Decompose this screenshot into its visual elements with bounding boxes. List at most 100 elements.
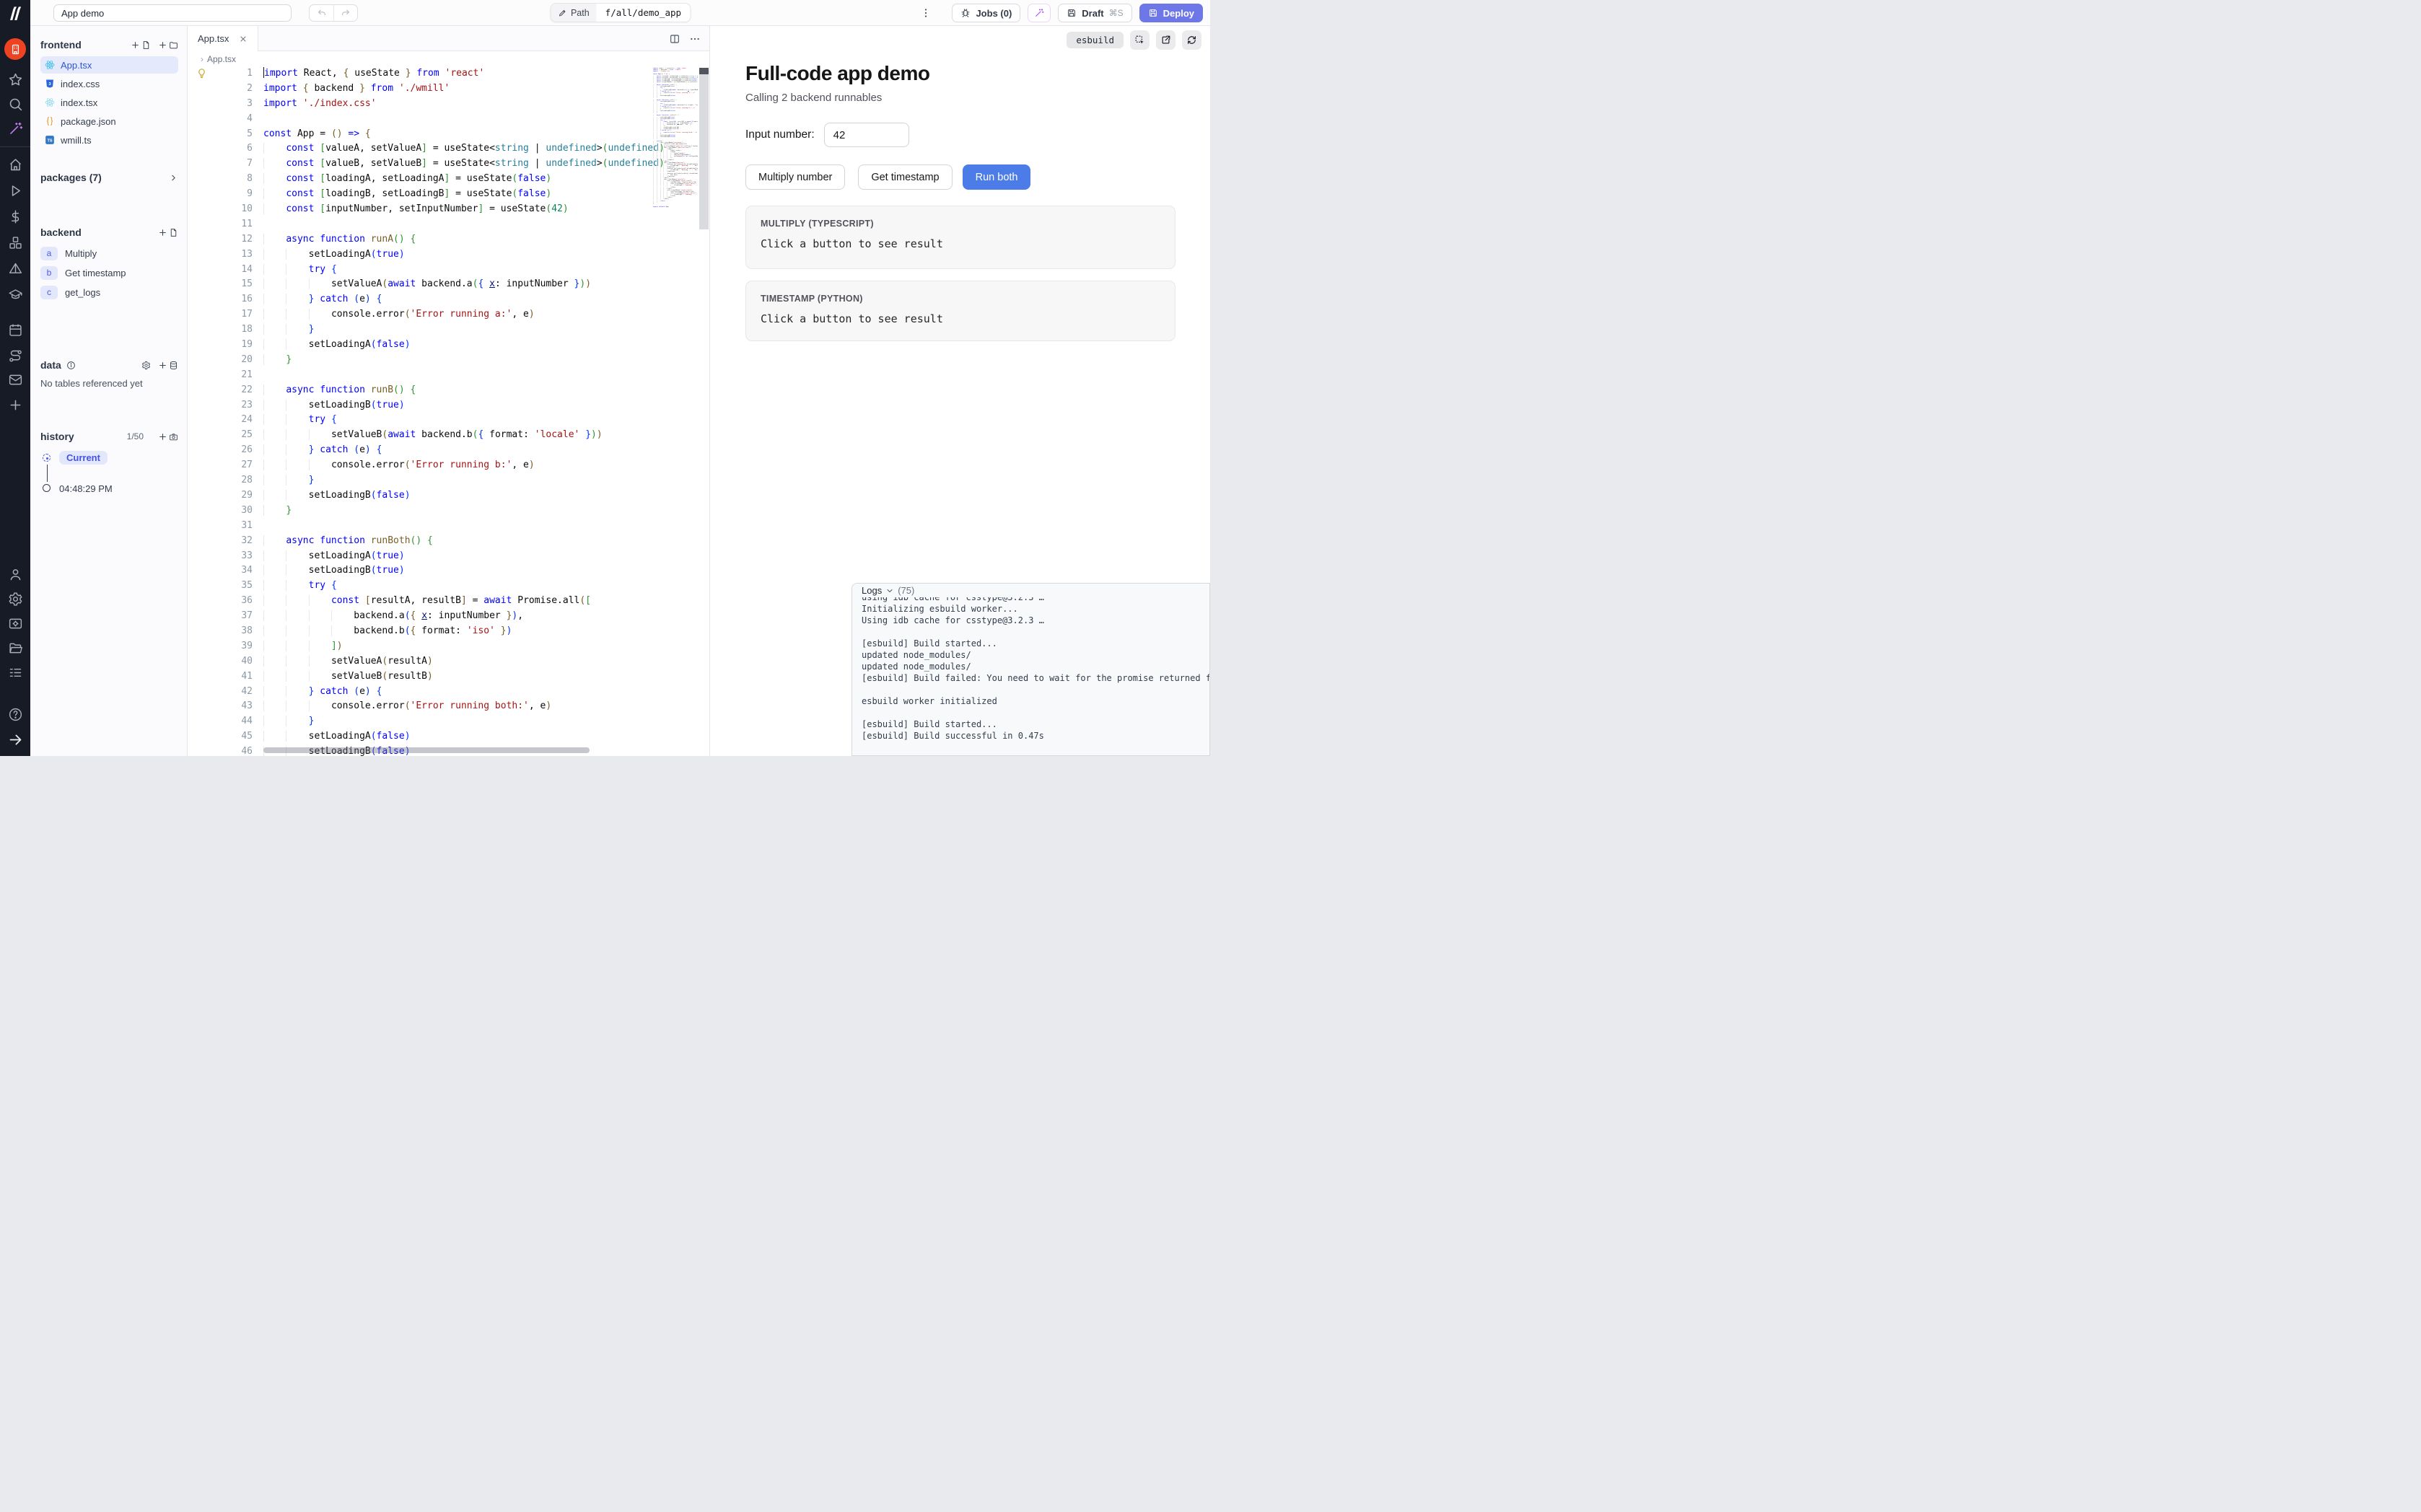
- braces-file-icon: [45, 116, 55, 126]
- jobs-button[interactable]: Jobs (0): [952, 4, 1020, 22]
- save-icon: [1148, 8, 1158, 18]
- preview-button-get-timestamp[interactable]: Get timestamp: [858, 164, 952, 190]
- audit-logs-list-icon[interactable]: [7, 664, 23, 680]
- code-line: 37 backend.a({ x: inputNumber }),: [188, 609, 709, 624]
- vertical-scrollbar[interactable]: [699, 68, 709, 756]
- left-icon-rail: [0, 0, 30, 756]
- code-editor: App.tsx ›App.tsx 1import React, { useSta…: [188, 26, 710, 756]
- code-line: 3import './index.css': [188, 97, 709, 112]
- horizontal-scrollbar[interactable]: [263, 747, 652, 753]
- file-item-package-json[interactable]: package.json: [40, 113, 178, 130]
- preview-button-run-both[interactable]: Run both: [963, 164, 1031, 190]
- file-item-index-css[interactable]: 3index.css: [40, 75, 178, 92]
- mail-icon[interactable]: [7, 372, 23, 387]
- add-runnable-button[interactable]: [158, 228, 178, 237]
- runnable-item-a[interactable]: aMultiply: [40, 244, 178, 263]
- code-line: 25 setValueB(await backend.b({ format: '…: [188, 428, 709, 443]
- learn-graduation-icon[interactable]: [7, 286, 23, 302]
- code-line: 41 setValueB(resultB): [188, 669, 709, 685]
- data-settings-gear-icon[interactable]: [141, 361, 151, 370]
- code-line: 20 }: [188, 353, 709, 368]
- expand-rail-arrow-icon[interactable]: [7, 731, 23, 747]
- runs-play-icon[interactable]: [7, 183, 23, 198]
- file-item-wmill-ts[interactable]: TSwmill.ts: [40, 131, 178, 149]
- code-line: 10 const [inputNumber, setInputNumber] =…: [188, 202, 709, 217]
- draft-button[interactable]: Draft⌘S: [1058, 4, 1131, 22]
- ai-assistant-button[interactable]: [1028, 4, 1051, 22]
- variables-dollar-icon[interactable]: [7, 208, 23, 224]
- bundler-chip[interactable]: esbuild: [1067, 32, 1124, 48]
- undo-button[interactable]: [310, 5, 333, 21]
- add-plus-icon[interactable]: [7, 397, 23, 413]
- schedules-calendar-icon[interactable]: [7, 322, 23, 338]
- windmill-app-editor: Path f/all/demo_app Jobs (0) Draft⌘S Dep…: [0, 0, 1210, 756]
- code-line: 16 } catch (e) {: [188, 292, 709, 307]
- app-name-input[interactable]: [53, 4, 292, 22]
- triggers-route-icon[interactable]: [7, 348, 23, 364]
- code-line: 12 async function runA() {: [188, 232, 709, 247]
- code-line: 21: [188, 368, 709, 383]
- search-icon[interactable]: [7, 96, 23, 112]
- folders-icon[interactable]: [7, 640, 23, 656]
- runnable-badge: a: [40, 247, 58, 260]
- runnable-item-b[interactable]: bGet timestamp: [40, 263, 178, 282]
- code-line: 36 const [resultA, resultB] = await Prom…: [188, 594, 709, 609]
- code-line: 31: [188, 519, 709, 534]
- breadcrumb[interactable]: ›App.tsx: [188, 51, 709, 66]
- apps-section-icon[interactable]: [4, 38, 26, 60]
- previous-version-marker[interactable]: [43, 484, 51, 492]
- workers-icon[interactable]: [7, 615, 23, 631]
- windmill-logo-icon[interactable]: [6, 5, 24, 22]
- log-line: updated node_modules/: [862, 649, 1209, 661]
- file-item-index-tsx[interactable]: index.tsx: [40, 94, 178, 111]
- editor-more-icon[interactable]: [689, 33, 701, 45]
- close-tab-icon[interactable]: [239, 35, 248, 43]
- refresh-icon[interactable]: [1182, 30, 1201, 50]
- home-icon[interactable]: [7, 157, 23, 172]
- add-database-button[interactable]: [158, 361, 178, 370]
- runnable-item-c[interactable]: cget_logs: [40, 283, 178, 302]
- code-line: 13 setLoadingA(true): [188, 247, 709, 263]
- inspect-select-icon[interactable]: [1130, 30, 1150, 50]
- log-line: Using idb cache for csstype@3.2.3 …: [862, 615, 1209, 626]
- react-file-icon: [45, 60, 55, 70]
- code-line: 40 setValueA(resultA): [188, 654, 709, 669]
- logs-count: (75): [898, 585, 914, 596]
- user-icon[interactable]: [7, 566, 23, 582]
- ai-wand-icon[interactable]: [7, 120, 23, 136]
- path-chip[interactable]: Path f/all/demo_app: [550, 3, 691, 22]
- preview-button-multiply-number[interactable]: Multiply number: [745, 164, 845, 190]
- favorites-icon[interactable]: [7, 71, 23, 87]
- redo-button[interactable]: [333, 5, 357, 21]
- code-line: 2import { backend } from './wmill': [188, 82, 709, 97]
- draft-shortcut: ⌘S: [1109, 8, 1124, 18]
- file-item-app-tsx[interactable]: App.tsx: [40, 56, 178, 74]
- help-icon[interactable]: [7, 706, 23, 722]
- result-card-value: Click a button to see result: [761, 237, 1160, 250]
- code-line: 29 setLoadingB(false): [188, 488, 709, 504]
- minimap[interactable]: import React, { useState } from 'react'i…: [653, 68, 698, 208]
- open-external-icon[interactable]: [1156, 30, 1176, 50]
- more-menu-icon[interactable]: [919, 6, 933, 20]
- log-line: [esbuild] Build successful in 0.47s: [862, 730, 1209, 742]
- packages-section-header[interactable]: packages (7): [40, 172, 178, 183]
- logs-header[interactable]: Logs (75): [852, 584, 1209, 597]
- snapshot-camera-button[interactable]: [158, 432, 178, 441]
- code-area[interactable]: 1import React, { useState } from 'react'…: [188, 66, 709, 756]
- settings-gear-icon[interactable]: [7, 591, 23, 607]
- prism-icon[interactable]: [7, 260, 23, 276]
- add-file-button[interactable]: [131, 40, 151, 50]
- add-folder-button[interactable]: [158, 40, 178, 50]
- deploy-button[interactable]: Deploy: [1139, 4, 1203, 22]
- split-editor-icon[interactable]: [669, 33, 680, 45]
- code-line: 15 setValueA(await backend.a({ x: inputN…: [188, 277, 709, 292]
- input-number-field[interactable]: [824, 123, 909, 147]
- version-timestamp[interactable]: 04:48:29 PM: [59, 483, 113, 494]
- logs-output[interactable]: using idb cache for csstype@3.2.3 …Initi…: [852, 584, 1209, 755]
- code-line: 33 setLoadingA(true): [188, 549, 709, 564]
- resources-cubes-icon[interactable]: [7, 234, 23, 250]
- code-line: 34 setLoadingB(true): [188, 563, 709, 579]
- code-line: 30 }: [188, 504, 709, 519]
- tab-app-tsx[interactable]: App.tsx: [188, 26, 258, 51]
- current-version-chip[interactable]: Current: [59, 451, 108, 465]
